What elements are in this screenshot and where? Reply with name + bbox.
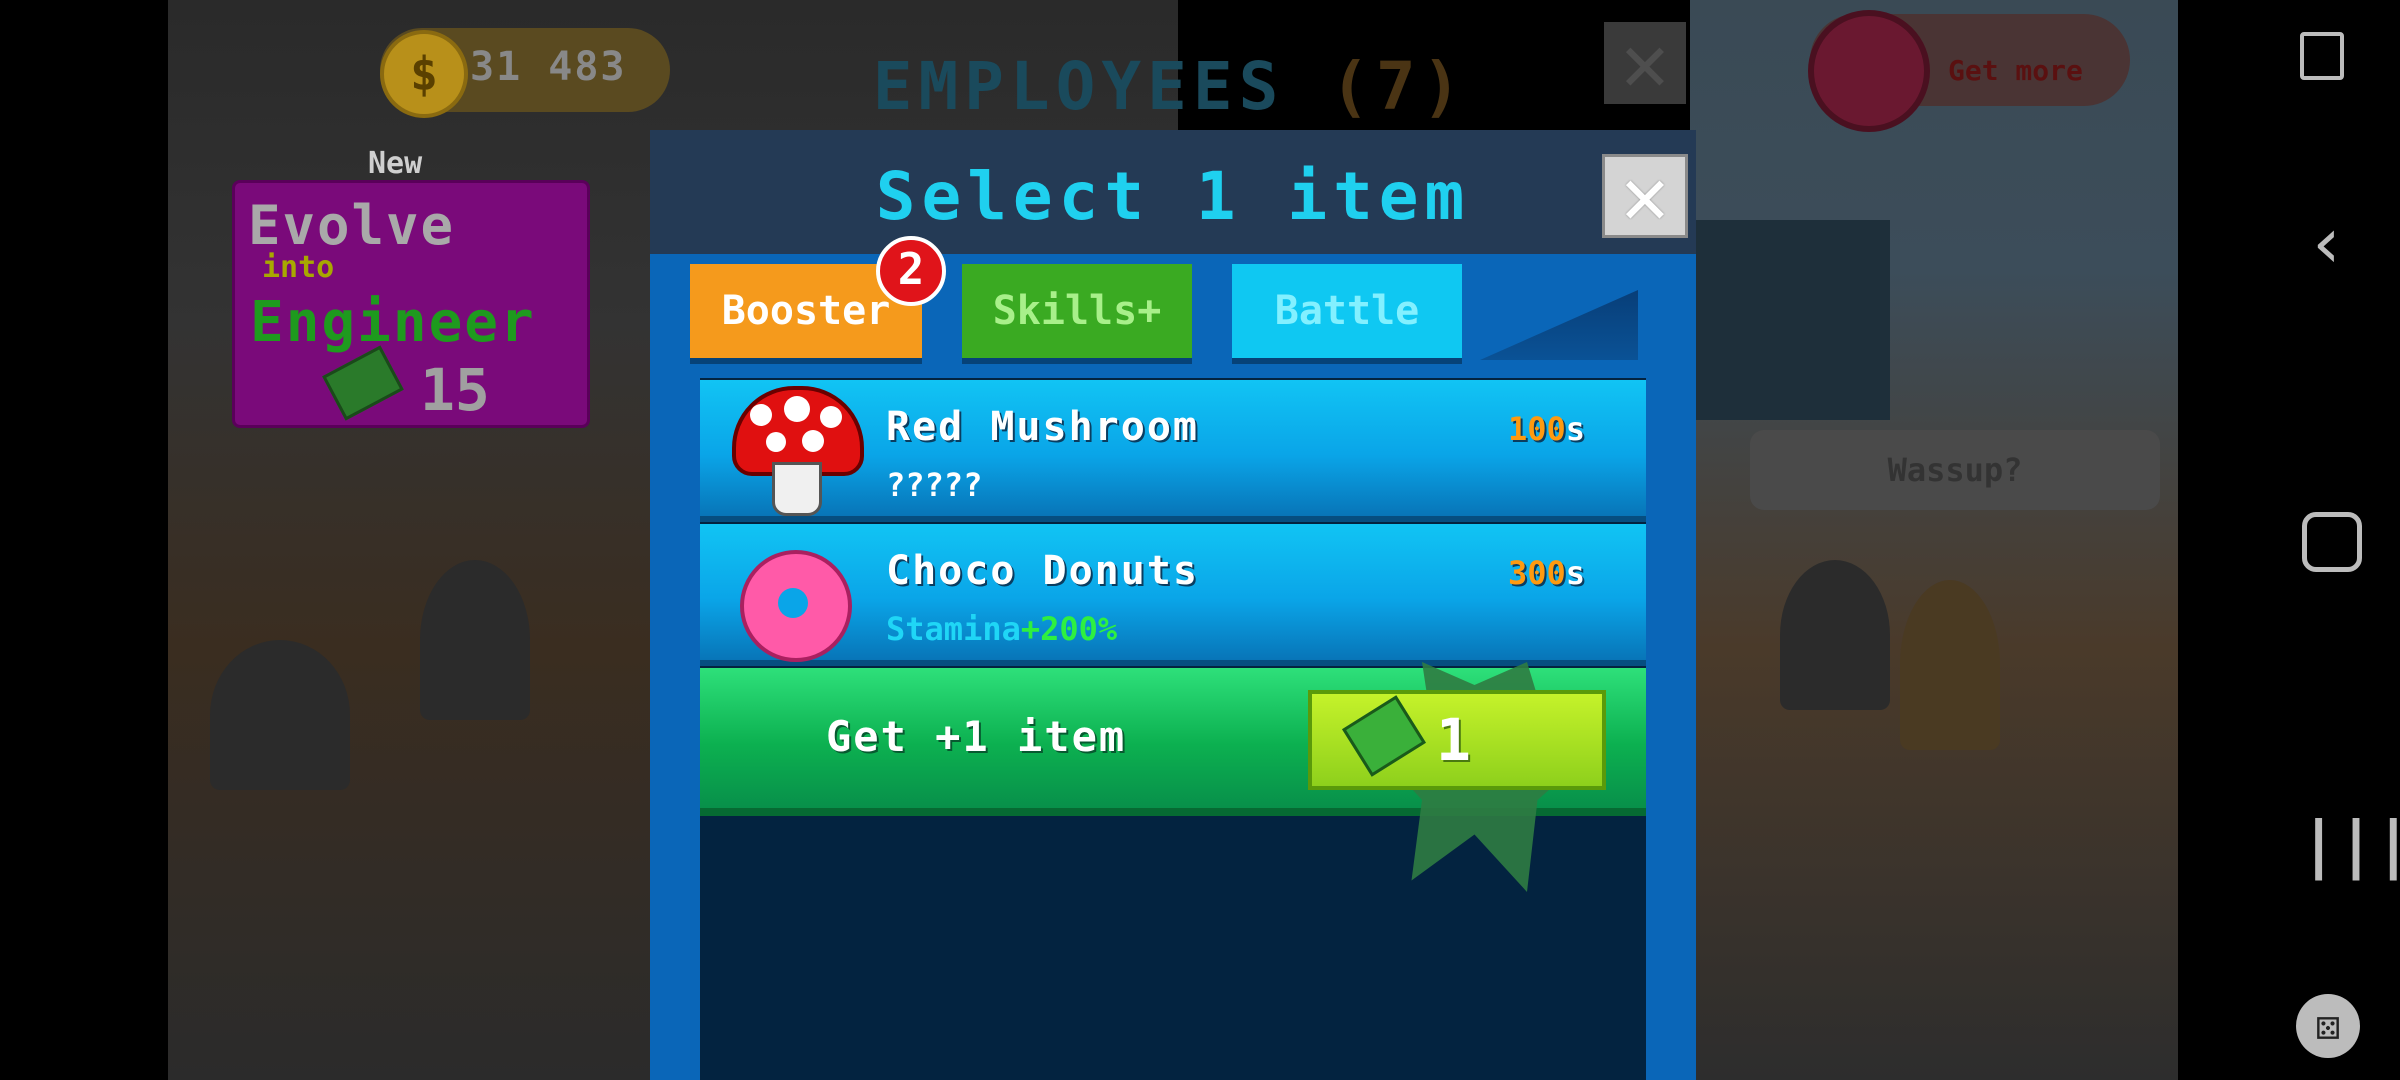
- get-extra-item-label: Get +1 item: [826, 712, 1127, 761]
- modal-title: Select 1 item: [875, 158, 1471, 235]
- coin-amount: 31 483: [470, 44, 627, 90]
- item-desc: ?????: [886, 466, 983, 504]
- item-name: Red Mushroom: [886, 404, 1199, 450]
- employees-count: (7): [1330, 48, 1468, 125]
- speech-bubble: Wassup?: [1750, 430, 2160, 510]
- employee-figure: [210, 640, 350, 790]
- evolve-into: into: [262, 250, 335, 285]
- recent-apps-icon[interactable]: |||: [2300, 808, 2400, 881]
- employee-figure: [1780, 560, 1890, 710]
- item-desc: Stamina+200%: [886, 610, 1117, 648]
- tab-skills[interactable]: Skills+: [962, 264, 1192, 358]
- item-duration: 100s: [1508, 410, 1585, 448]
- game-scene-background-right: [1690, 0, 2178, 1080]
- mushroom-stem: [772, 462, 822, 516]
- tab-battle[interactable]: Battle: [1232, 264, 1462, 358]
- home-icon[interactable]: [2302, 512, 2362, 572]
- employees-title: EMPLOYEES (7): [650, 48, 1690, 125]
- game-tools-icon[interactable]: ⚄: [2296, 994, 2360, 1058]
- evolve-target: Engineer: [250, 290, 536, 355]
- item-name: Choco Donuts: [886, 548, 1199, 594]
- donut-hole: [778, 588, 808, 618]
- coin-icon: $: [380, 30, 468, 118]
- stat-label: Stamina: [886, 610, 1021, 648]
- screen-lock-icon[interactable]: [2300, 32, 2344, 80]
- evolve-cost: 15: [420, 356, 490, 424]
- modal-close-button[interactable]: ✕: [1602, 154, 1688, 238]
- buy-cost: 1: [1436, 706, 1471, 774]
- back-icon[interactable]: ‹: [2306, 208, 2348, 278]
- employee-figure: [1900, 580, 2000, 750]
- stat-value: +200%: [1020, 610, 1118, 648]
- employees-close-button[interactable]: ✕: [1604, 22, 1686, 104]
- donut-icon: [1808, 10, 1930, 132]
- employee-figure: [420, 560, 530, 720]
- item-duration: 300s: [1508, 554, 1585, 592]
- booster-count-badge: 2: [876, 236, 946, 306]
- duration-unit: s: [1565, 410, 1586, 448]
- duration-value: 300: [1508, 554, 1566, 592]
- duration-value: 100: [1508, 410, 1566, 448]
- get-more-label: Get more: [1948, 54, 2083, 87]
- duration-unit: s: [1565, 554, 1586, 592]
- employees-title-text: EMPLOYEES: [872, 48, 1285, 125]
- new-label: New: [368, 146, 423, 181]
- evolve-title: Evolve: [248, 194, 456, 257]
